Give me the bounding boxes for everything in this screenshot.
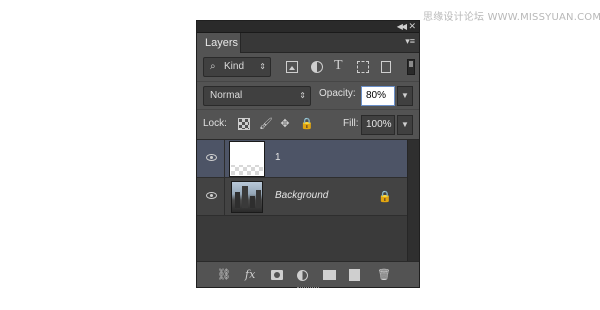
blend-row: Normal ⇕ Opacity: 80% ▼ xyxy=(197,81,419,109)
opacity-input[interactable]: 80% xyxy=(361,86,395,106)
visibility-toggle[interactable] xyxy=(197,178,225,215)
layers-list: 1 Background 🔒 xyxy=(197,139,419,262)
watermark-text: 思缘设计论坛 WWW.MISSYUAN.COM xyxy=(423,12,600,23)
layers-panel: ◀◀ ✕ Layers ▾≡ ⌕ Kind ⇕ T Normal ⇕ Opaci… xyxy=(196,20,420,288)
building-shape xyxy=(250,196,255,208)
opacity-label: Opacity: xyxy=(319,88,356,99)
opacity-dropdown-button[interactable]: ▼ xyxy=(397,86,413,106)
kind-label: Kind xyxy=(224,61,245,72)
tab-layers[interactable]: Layers xyxy=(197,33,241,53)
kind-filter-dropdown[interactable]: ⌕ Kind ⇕ xyxy=(203,57,271,77)
blend-mode-value: Normal xyxy=(210,90,243,101)
smart-object-filter-icon[interactable] xyxy=(381,61,391,73)
layer-row-background[interactable]: Background 🔒 xyxy=(197,178,407,216)
new-layer-icon[interactable] xyxy=(349,269,360,281)
fill-dropdown-button[interactable]: ▼ xyxy=(397,115,413,135)
panel-titlebar: ◀◀ ✕ xyxy=(197,21,419,33)
visibility-toggle[interactable] xyxy=(197,140,225,177)
layer-thumbnail[interactable] xyxy=(230,142,264,176)
eye-icon xyxy=(206,192,217,199)
resize-grip[interactable] xyxy=(297,287,319,289)
adjustment-filter-icon[interactable] xyxy=(311,61,323,73)
fill-label: Fill: xyxy=(343,118,359,129)
building-shape xyxy=(256,190,261,208)
lock-pixels-icon[interactable]: 🖌 xyxy=(259,118,273,130)
layer-style-icon[interactable]: fx xyxy=(245,268,255,282)
shape-filter-icon[interactable] xyxy=(357,61,369,73)
lock-all-icon[interactable]: 🔒 xyxy=(300,118,314,130)
chevron-down-icon: ▼ xyxy=(401,91,409,100)
lock-icon: 🔒 xyxy=(378,191,392,203)
lock-row: Lock: 🖌 ✥ 🔒 Fill: 100% ▼ xyxy=(197,109,419,139)
building-shape xyxy=(242,186,248,208)
panel-menu-icon[interactable]: ▾≡ xyxy=(405,36,415,47)
layer-name[interactable]: 1 xyxy=(275,152,281,163)
blend-mode-dropdown[interactable]: Normal ⇕ xyxy=(203,86,311,106)
layer-mask-icon[interactable] xyxy=(271,270,283,280)
filter-row: ⌕ Kind ⇕ T xyxy=(197,53,419,81)
updown-arrow-icon: ⇕ xyxy=(259,62,266,71)
eye-icon xyxy=(206,154,217,161)
bottom-toolbar: ⛓ fx 🗑 xyxy=(197,261,419,287)
link-layers-icon[interactable]: ⛓ xyxy=(217,268,231,282)
layer-name[interactable]: Background xyxy=(275,190,328,201)
pixel-filter-icon[interactable] xyxy=(286,61,298,73)
lock-transparent-icon[interactable] xyxy=(238,118,250,130)
close-icon[interactable]: ✕ xyxy=(408,21,416,32)
updown-arrow-icon: ⇕ xyxy=(299,91,306,100)
fill-input[interactable]: 100% xyxy=(361,115,395,135)
search-icon: ⌕ xyxy=(210,61,216,72)
lock-position-icon[interactable]: ✥ xyxy=(279,118,291,130)
collapse-icon[interactable]: ◀◀ xyxy=(397,22,407,31)
layer-row-1[interactable]: 1 xyxy=(197,140,407,178)
chevron-down-icon: ▼ xyxy=(401,120,409,129)
tab-bar: Layers ▾≡ xyxy=(197,33,419,53)
scrollbar[interactable] xyxy=(407,140,419,262)
new-group-icon[interactable] xyxy=(323,270,336,280)
type-filter-icon[interactable]: T xyxy=(334,58,343,74)
lock-label: Lock: xyxy=(203,118,227,129)
adjustment-layer-icon[interactable] xyxy=(297,270,308,281)
layer-thumbnail[interactable] xyxy=(231,181,263,213)
building-shape xyxy=(235,192,240,208)
filter-toggle[interactable] xyxy=(407,59,415,75)
delete-layer-icon[interactable]: 🗑 xyxy=(377,268,391,282)
